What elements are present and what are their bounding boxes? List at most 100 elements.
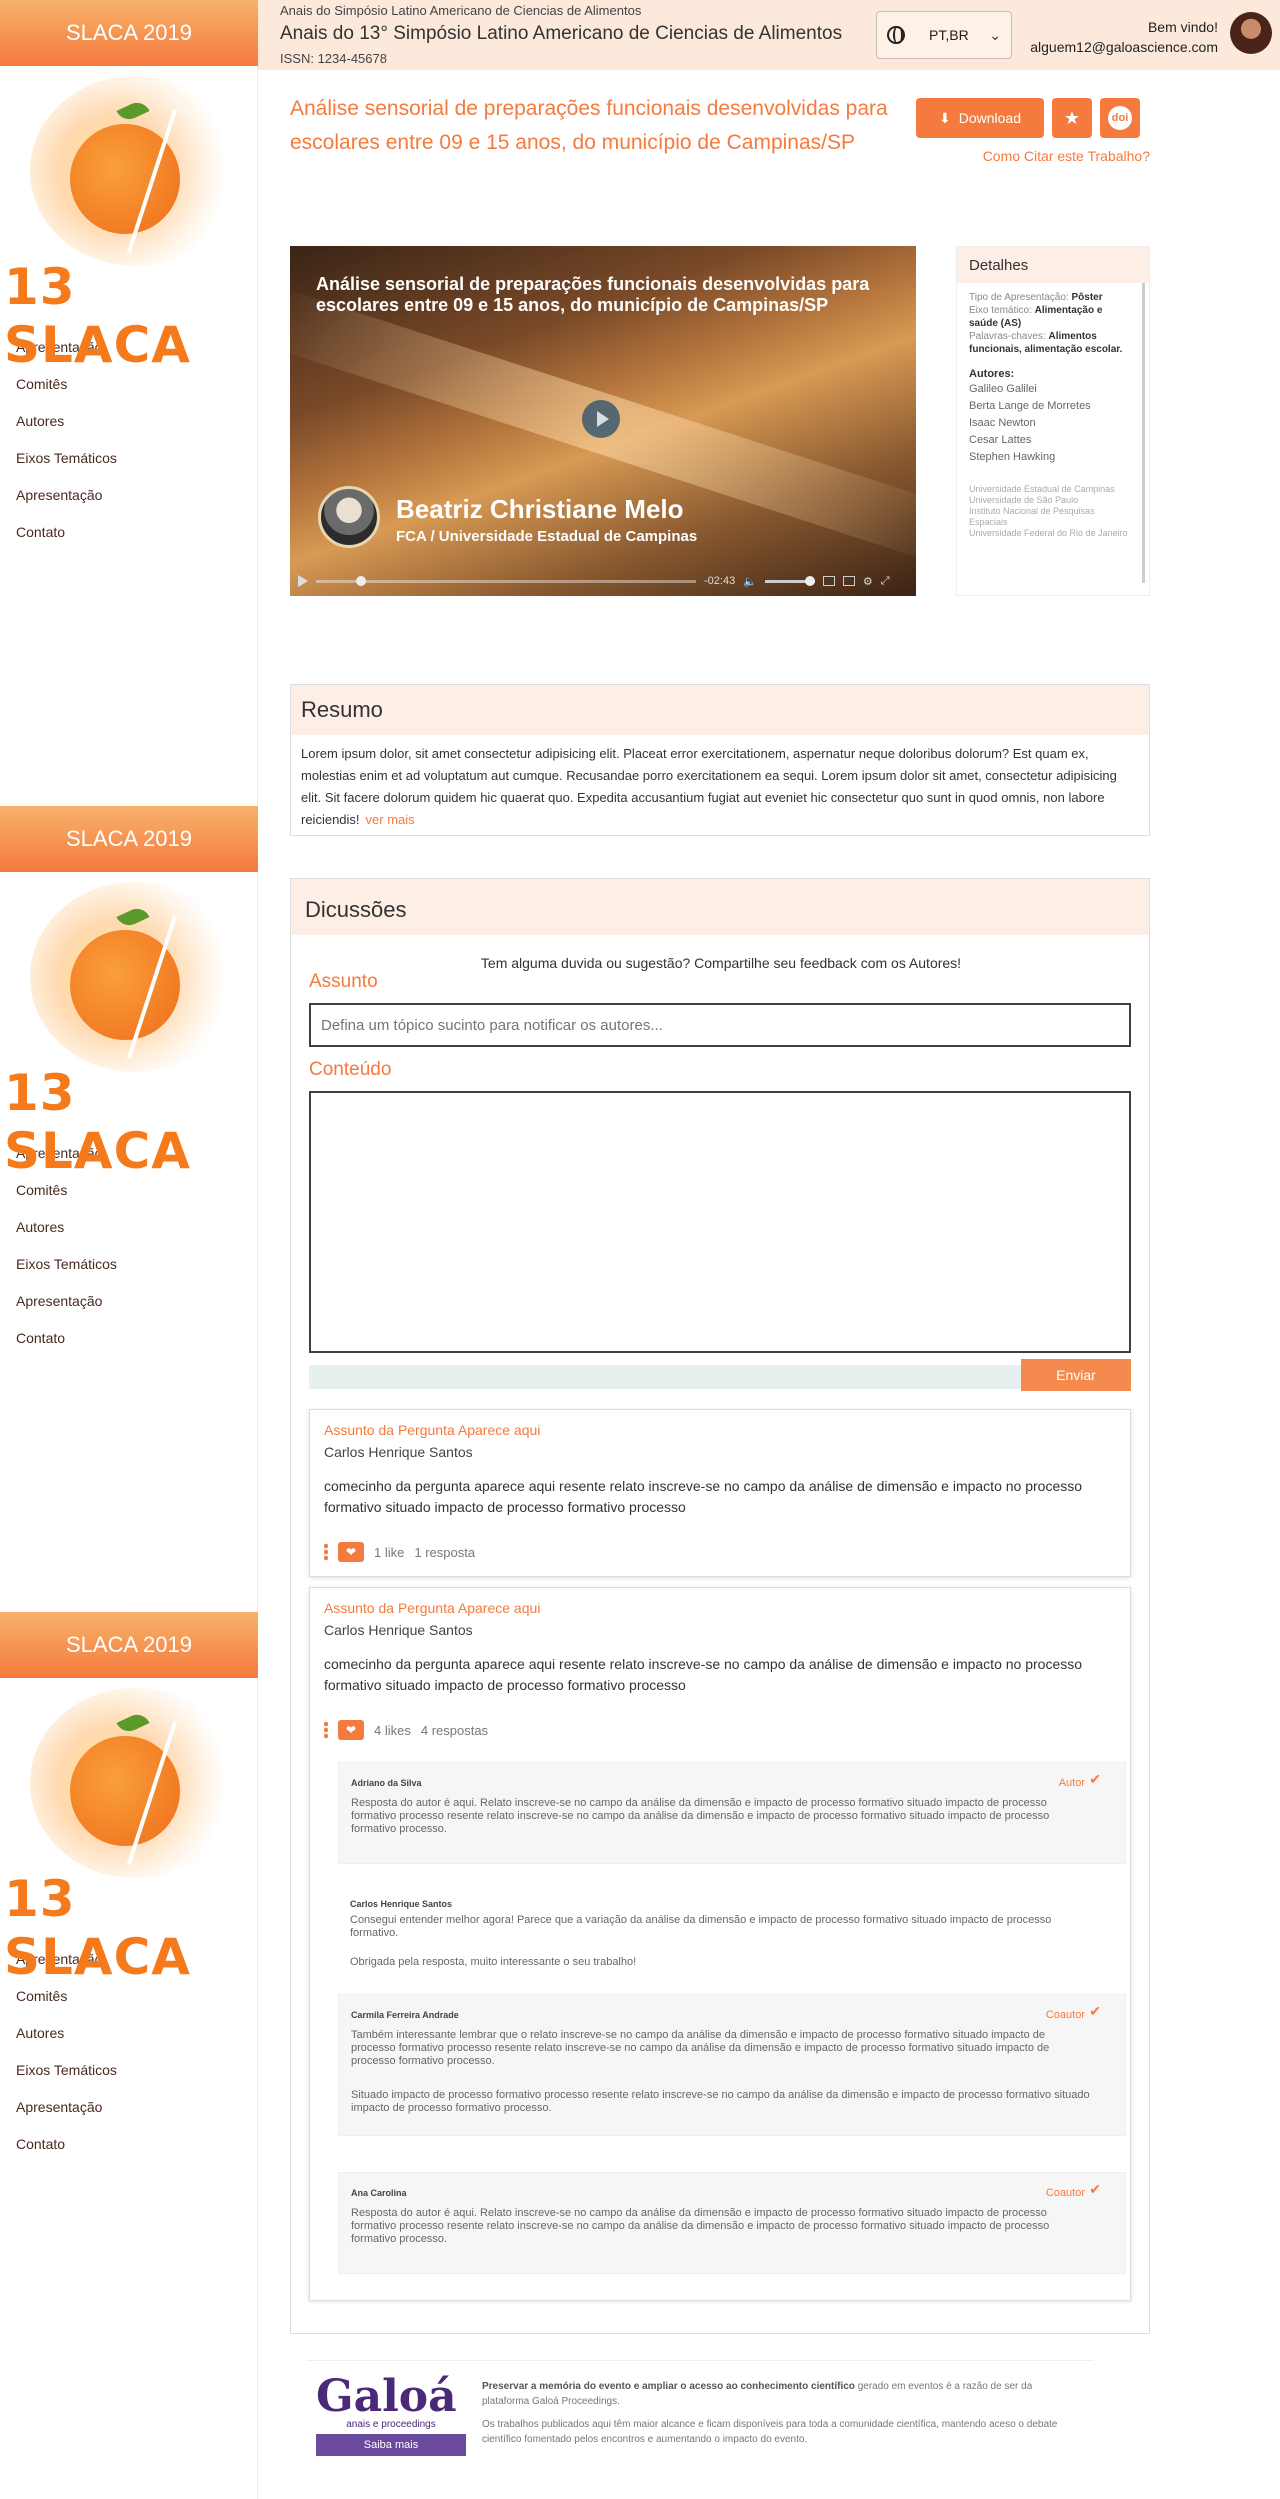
reply-count[interactable]: 4 respostas	[421, 1723, 488, 1738]
pip-icon[interactable]	[842, 576, 855, 586]
reply-text: Também interessante lembrar que o relato…	[351, 2029, 1050, 2067]
reply-role: Coautor	[1045, 2187, 1085, 2199]
event-title: Anais do 13° Simpósio Latino Americano d…	[280, 23, 843, 44]
abstract-text: Lorem ipsum dolor, sit amet consectetur …	[301, 746, 1117, 827]
footer: Galoá anais e proceedings Saiba mais Pre…	[306, 2360, 1094, 2480]
user-avatar[interactable]	[1230, 12, 1272, 54]
video-player[interactable]: Análise sensorial de preparações funcion…	[290, 246, 916, 596]
more-options-icon[interactable]	[324, 1543, 328, 1561]
question-text: comecinho da pergunta aparece aqui resen…	[324, 1656, 1083, 1693]
play-icon[interactable]	[582, 400, 620, 438]
subject-input[interactable]	[309, 1003, 1131, 1047]
nav-item-autores[interactable]: Autores	[0, 2014, 258, 2051]
sidebar-header: SLACA 2019	[0, 806, 258, 872]
question-card: Assunto da Pergunta Aparece aqui Carlos …	[309, 1587, 1131, 2301]
like-button[interactable]: ❤	[338, 1720, 364, 1740]
time-remaining: -02:43	[704, 575, 736, 587]
reply-card: Carmila Ferreira Andrade Coautor ✔ També…	[338, 1994, 1126, 2136]
author-name[interactable]: Isaac Newton	[969, 415, 1130, 432]
volume-icon[interactable]: 🔈	[743, 575, 757, 588]
sidebar-block: SLACA 2019 13 SLACA Apresentação Comitês…	[0, 806, 258, 1356]
author-name[interactable]: Stephen Hawking	[969, 449, 1130, 466]
nav-item-apresentacao-2[interactable]: Apresentação	[0, 476, 258, 513]
question-text: comecinho da pergunta aparece aqui resen…	[324, 1478, 1083, 1515]
question-subject[interactable]: Assunto da Pergunta Aparece aqui	[324, 1600, 540, 1616]
captions-icon[interactable]	[822, 576, 835, 586]
reply-card: Carlos Henrique Santos Consegui entender…	[338, 1884, 1126, 1984]
video-title: Análise sensorial de preparações funcion…	[316, 274, 870, 315]
language-selector[interactable]: PT,BR ⌄	[876, 11, 1012, 59]
discussion-heading: Dicussões	[291, 879, 1149, 935]
paper-title: Análise sensorial de preparações funcion…	[290, 97, 888, 154]
nav-item-eixos[interactable]: Eixos Temáticos	[0, 1245, 258, 1282]
nav-item-apresentacao-2[interactable]: Apresentação	[0, 2088, 258, 2125]
reply-text: Resposta do autor é aqui. Relato inscrev…	[351, 2207, 1050, 2245]
nav-item-autores[interactable]: Autores	[0, 1208, 258, 1245]
nav-item-contato[interactable]: Contato	[0, 1319, 258, 1356]
nav-item-contato[interactable]: Contato	[0, 513, 258, 550]
discussion-section: Dicussões Tem alguma duvida ou sugestão?…	[290, 878, 1150, 2334]
nav-item-eixos[interactable]: Eixos Temáticos	[0, 2051, 258, 2088]
question-author: Carlos Henrique Santos	[324, 1444, 473, 1460]
like-count: 1 like	[374, 1544, 405, 1560]
nav-item-contato[interactable]: Contato	[0, 2125, 258, 2162]
volume-slider[interactable]	[764, 575, 815, 586]
learn-more-button[interactable]: Saiba mais	[316, 2434, 466, 2456]
issn: ISSN: 1234-45678	[280, 51, 387, 66]
institution: Instituto Nacional de Pesquisas Espaciai…	[969, 506, 1095, 527]
details-body[interactable]: Tipo de Apresentação: Pôster Eixo temáti…	[957, 283, 1145, 583]
axis-label: Eixo temático:	[969, 305, 1032, 316]
top-bar: Anais do Simpósio Latino Americano de Ci…	[258, 0, 1280, 70]
more-options-icon[interactable]	[324, 1721, 328, 1739]
question-footer: ❤ 1 like 1 resposta	[324, 1542, 475, 1562]
read-more-link[interactable]: ver mais	[366, 812, 415, 827]
event-subtitle: Anais do Simpósio Latino Americano de Ci…	[280, 3, 642, 18]
event-logo: 13 SLACA	[0, 66, 258, 374]
author-name[interactable]: Berta Lange de Morretes	[969, 398, 1130, 415]
reply-text: Resposta do autor é aqui. Relato inscrev…	[351, 1797, 1050, 1835]
question-subject[interactable]: Assunto da Pergunta Aparece aqui	[324, 1422, 540, 1438]
sidebar-header: SLACA 2019	[0, 0, 258, 66]
nav-item-eixos[interactable]: Eixos Temáticos	[0, 439, 258, 476]
question-footer: ❤ 4 likes 4 respostas	[324, 1720, 488, 1740]
progress-slider[interactable]	[316, 575, 696, 586]
nav-item-autores[interactable]: Autores	[0, 402, 258, 439]
footer-text: Preservar a memória do evento e ampliar …	[482, 2379, 1082, 2447]
galoa-logo: Galoá anais e proceedings Saiba mais	[316, 2375, 466, 2456]
presenter-name: Beatriz Christiane Melo	[396, 494, 684, 524]
presenter-portrait	[318, 486, 380, 548]
user-email: alguem12@galoascience.com	[1030, 39, 1218, 55]
doi-button[interactable]: doi	[1100, 98, 1140, 138]
event-logo-text: 13 SLACA	[4, 1870, 191, 1986]
like-button[interactable]: ❤	[338, 1542, 364, 1562]
reply-role: Coautor	[1045, 2009, 1085, 2021]
language-code: PT,BR	[929, 27, 969, 43]
reply-count[interactable]: 1 resposta	[414, 1545, 475, 1560]
presenter-affiliation: FCA / Universidade Estadual de Campinas	[396, 528, 698, 545]
reply-text: Obrigada pela resposta, muito interessan…	[350, 1956, 637, 1968]
fullscreen-icon[interactable]: ⤢	[881, 575, 890, 588]
sidebar-header: SLACA 2019	[0, 1612, 258, 1678]
event-logo: 13 SLACA	[0, 1678, 258, 1986]
author-name[interactable]: Galileo Galilei	[969, 381, 1130, 398]
reply-author: Adriano da Silva	[351, 1778, 422, 1788]
cite-link[interactable]: Como Citar este Trabalho?	[960, 148, 1150, 164]
reply-author: Carlos Henrique Santos	[350, 1899, 453, 1909]
author-name[interactable]: Cesar Lattes	[969, 432, 1130, 449]
user-welcome: Bem vindo! alguem12@galoascience.com	[1030, 17, 1218, 57]
nav-item-apresentacao-2[interactable]: Apresentação	[0, 1282, 258, 1319]
discussion-prompt: Tem alguma duvida ou sugestão? Compartil…	[480, 955, 962, 971]
download-label: Download	[958, 110, 1021, 126]
content-textarea[interactable]	[309, 1091, 1131, 1353]
event-logo-text: 13 SLACA	[4, 1064, 191, 1180]
details-heading: Detalhes	[957, 247, 1149, 283]
download-button[interactable]: ⬇ Download	[916, 98, 1044, 138]
upload-bar	[309, 1365, 1021, 1389]
send-button[interactable]: Enviar	[1021, 1359, 1131, 1391]
favorite-button[interactable]: ★	[1052, 98, 1092, 138]
galoa-logo-text: Galoá	[316, 2371, 457, 2422]
abstract-heading: Resumo	[291, 685, 1149, 735]
play-control-icon[interactable]	[298, 575, 308, 587]
settings-icon[interactable]: ⚙	[863, 575, 873, 588]
details-panel: Detalhes Tipo de Apresentação: Pôster Ei…	[956, 246, 1150, 596]
